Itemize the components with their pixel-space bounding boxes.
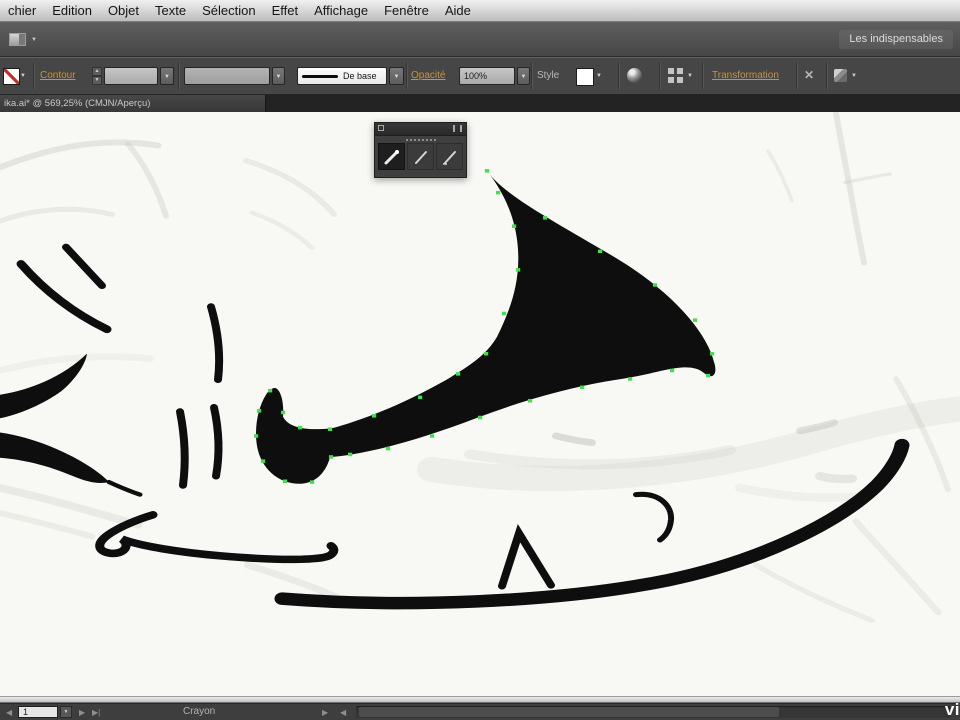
stepper-up-icon[interactable]: ▲ bbox=[92, 67, 102, 76]
smooth-tool-button[interactable] bbox=[407, 143, 434, 170]
divider bbox=[33, 63, 34, 89]
status-scroll-track[interactable] bbox=[356, 706, 950, 718]
fill-dropdown-icon[interactable]: ▼ bbox=[20, 73, 26, 79]
brush-definition-dropdown-icon[interactable]: ▼ bbox=[272, 67, 285, 85]
stepper-down-icon[interactable]: ▼ bbox=[92, 76, 102, 85]
horizontal-scrollbar[interactable] bbox=[0, 696, 960, 703]
align-options-icon[interactable] bbox=[668, 68, 683, 83]
opacity-panel-link[interactable]: Opacité bbox=[411, 70, 445, 81]
selected-swoosh-path[interactable] bbox=[256, 170, 716, 484]
panel-menu-icon[interactable] bbox=[378, 125, 384, 131]
opacity-dropdown-icon[interactable]: ▼ bbox=[517, 67, 530, 85]
menu-bar: chier Edition Objet Texte Sélection Effe… bbox=[0, 0, 960, 22]
width-profile-value: De base bbox=[343, 71, 377, 81]
menu-fichier[interactable]: chier bbox=[0, 3, 44, 18]
document-tab[interactable]: ika.ai* @ 569,25% (CMJN/Aperçu) bbox=[0, 95, 266, 112]
workspace-switcher-button[interactable]: Les indispensables bbox=[839, 30, 953, 49]
stroke-weight-field[interactable] bbox=[104, 67, 158, 85]
status-bar: ◀ 1 ▼ ▶ ▶| Crayon ▶ ◀ bbox=[0, 703, 960, 720]
menu-objet[interactable]: Objet bbox=[100, 3, 147, 18]
stroke-profile-line-icon bbox=[302, 74, 338, 78]
menu-selection[interactable]: Sélection bbox=[194, 3, 263, 18]
divider bbox=[406, 63, 407, 89]
path-eraser-icon bbox=[442, 150, 456, 165]
divider bbox=[618, 63, 619, 89]
style-dropdown-icon[interactable]: ▼ bbox=[596, 73, 602, 79]
squiggle-stroke[interactable] bbox=[95, 510, 339, 564]
canvas-artwork bbox=[0, 112, 960, 623]
status-scroll-thumb[interactable] bbox=[359, 707, 779, 717]
scroll-right-icon[interactable]: ▶ bbox=[322, 708, 328, 717]
divider bbox=[702, 63, 703, 89]
artboard-prev-icon[interactable]: ◀ bbox=[6, 708, 12, 717]
video-watermark: vi bbox=[944, 700, 960, 719]
menu-texte[interactable]: Texte bbox=[147, 3, 194, 18]
illustrator-window: chier Edition Objet Texte Sélection Effe… bbox=[0, 0, 960, 720]
application-bar: ▼ Les indispensables bbox=[0, 22, 960, 57]
stroke-panel-link[interactable]: Contour bbox=[40, 70, 76, 81]
align-dropdown-icon[interactable]: ▼ bbox=[687, 73, 693, 79]
graphic-style-swatch[interactable] bbox=[576, 68, 594, 86]
tool-status-text: Crayon bbox=[183, 706, 216, 717]
opacity-field[interactable]: 100% bbox=[459, 67, 515, 85]
isolate-object-icon[interactable]: ✕ bbox=[804, 68, 814, 82]
canvas-area[interactable] bbox=[0, 112, 960, 696]
divider bbox=[659, 63, 660, 89]
divider bbox=[531, 63, 532, 89]
mouth-curl-stroke[interactable] bbox=[633, 491, 675, 543]
menu-fenetre[interactable]: Fenêtre bbox=[376, 3, 437, 18]
select-similar-dropdown-icon[interactable]: ▼ bbox=[851, 73, 857, 79]
tooth-outline[interactable] bbox=[498, 523, 555, 590]
artboard-number-field[interactable]: 1 bbox=[18, 706, 58, 718]
palette-drag-grip[interactable] bbox=[405, 139, 436, 141]
divider bbox=[826, 63, 827, 89]
ink-artwork bbox=[0, 170, 910, 610]
menu-effet[interactable]: Effet bbox=[264, 3, 307, 18]
arrange-documents-dropdown-icon[interactable]: ▼ bbox=[31, 37, 37, 43]
artboard-last-icon[interactable]: ▶| bbox=[92, 708, 100, 717]
pencil-tools-palette[interactable] bbox=[374, 122, 467, 178]
brush-definition-field[interactable] bbox=[184, 67, 270, 85]
divider bbox=[796, 63, 797, 89]
smooth-icon bbox=[414, 150, 427, 164]
fill-none-swatch-icon[interactable] bbox=[3, 68, 20, 85]
menu-affichage[interactable]: Affichage bbox=[306, 3, 376, 18]
menu-edition[interactable]: Edition bbox=[44, 3, 100, 18]
path-eraser-tool-button[interactable] bbox=[436, 143, 463, 170]
recolor-artwork-icon[interactable] bbox=[627, 68, 642, 83]
arrange-documents-icon[interactable] bbox=[9, 33, 26, 46]
divider bbox=[178, 63, 179, 89]
artboard-next-icon[interactable]: ▶ bbox=[79, 708, 85, 717]
style-label: Style bbox=[537, 70, 560, 81]
palette-tool-row bbox=[375, 143, 466, 170]
scroll-left-icon[interactable]: ◀ bbox=[340, 708, 346, 717]
palette-title-bar[interactable] bbox=[375, 123, 466, 136]
left-swoosh-lower[interactable] bbox=[0, 432, 109, 484]
width-profile-dropdown-icon[interactable]: ▼ bbox=[389, 67, 404, 85]
control-bar: ▼ Contour ▲ ▼ ▼ ▼ De base ▼ Opacité 100%… bbox=[0, 57, 960, 95]
pencil-icon bbox=[384, 149, 399, 164]
stroke-weight-dropdown-icon[interactable]: ▼ bbox=[160, 67, 174, 85]
select-similar-icon[interactable] bbox=[834, 69, 847, 82]
width-profile-field[interactable]: De base bbox=[297, 67, 387, 85]
panel-collapse-icon[interactable] bbox=[453, 125, 462, 132]
pencil-tool-button[interactable] bbox=[378, 143, 405, 170]
transform-panel-link[interactable]: Transformation bbox=[712, 70, 779, 81]
menu-aide[interactable]: Aide bbox=[437, 3, 479, 18]
artboard-dropdown-icon[interactable]: ▼ bbox=[60, 706, 72, 718]
stroke-weight-stepper[interactable]: ▲ ▼ bbox=[92, 67, 102, 86]
document-tab-bar: ika.ai* @ 569,25% (CMJN/Aperçu) bbox=[0, 95, 960, 112]
left-swoosh-tail[interactable] bbox=[106, 479, 143, 497]
